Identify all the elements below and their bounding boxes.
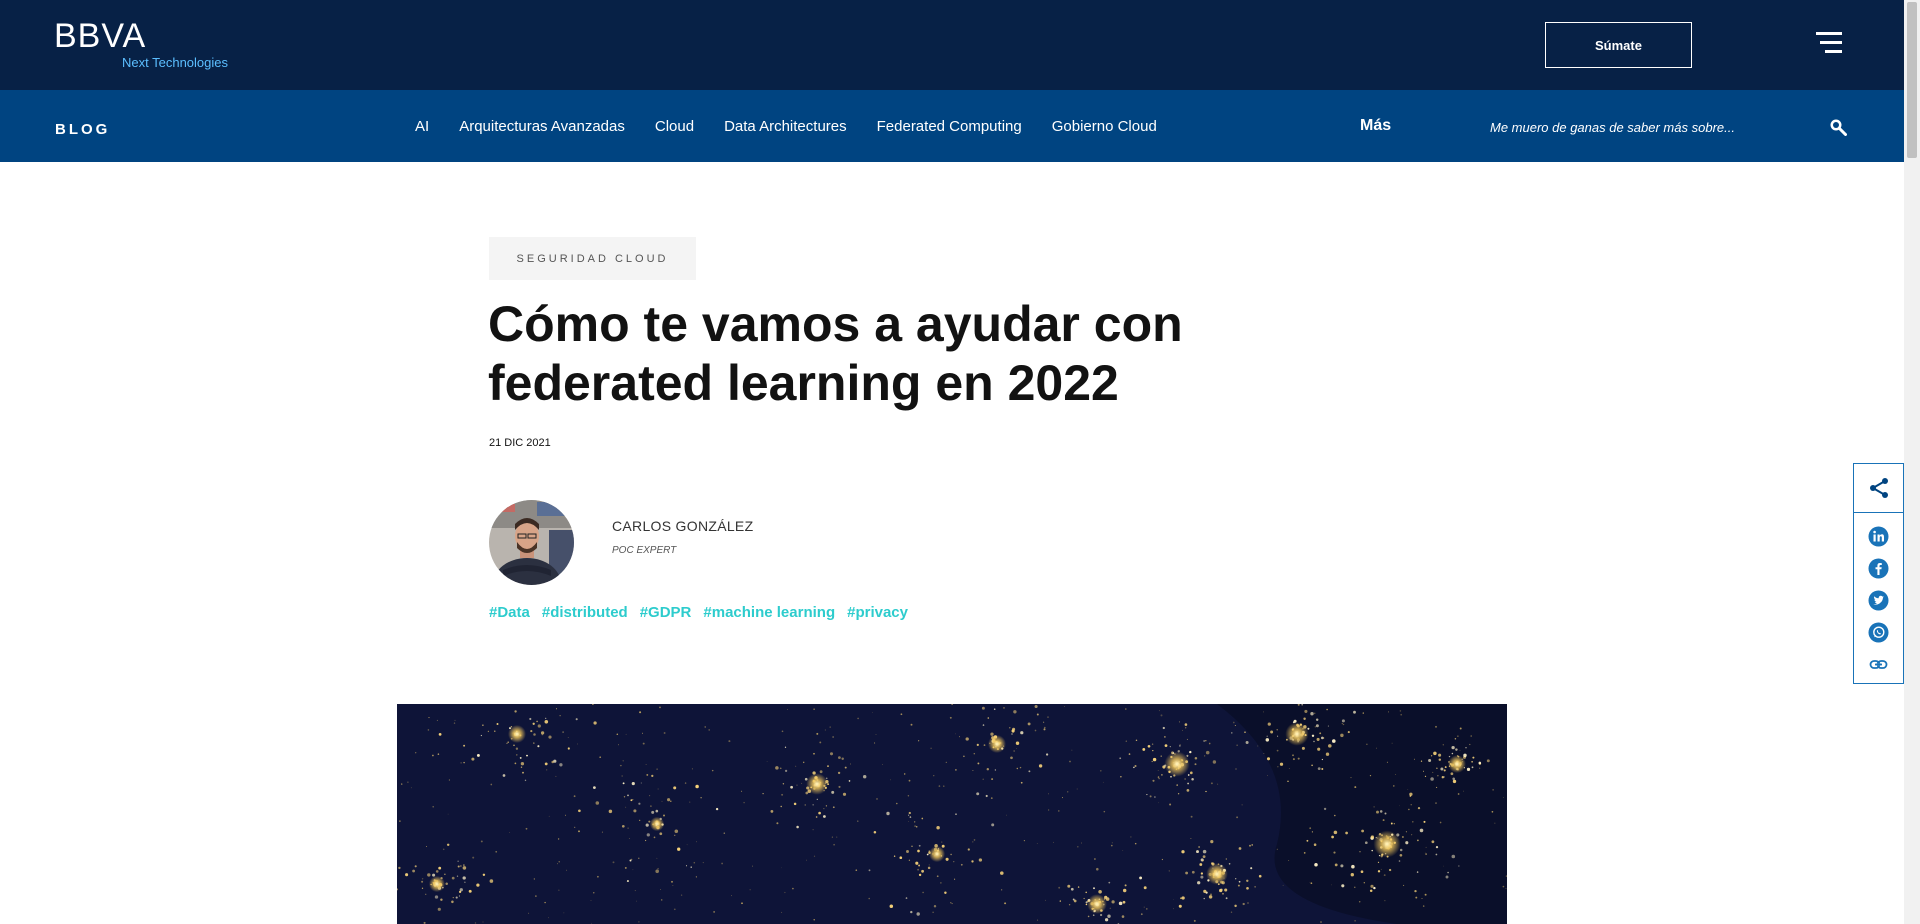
author-photo [489, 500, 574, 585]
category-nav-bar: BLOG AI Arquitecturas Avanzadas Cloud Da… [0, 90, 1904, 162]
share-icon [1869, 478, 1888, 498]
logo-subtitle: Next Technologies [122, 55, 228, 70]
nav-item-gobierno-cloud[interactable]: Gobierno Cloud [1052, 118, 1157, 135]
share-button[interactable] [1854, 464, 1903, 513]
category-badge[interactable]: SEGURIDAD CLOUD [489, 237, 696, 280]
more-menu[interactable]: Más [1360, 117, 1391, 135]
blog-label[interactable]: BLOG [55, 121, 110, 138]
nav-item-cloud[interactable]: Cloud [655, 118, 694, 135]
linkedin-icon[interactable] [1868, 526, 1889, 547]
article-title: Cómo te vamos a ayudar con federated lea… [488, 296, 1183, 411]
hamburger-menu-icon[interactable] [1816, 32, 1842, 54]
author-role: POC EXPERT [612, 545, 677, 556]
scrollbar-thumb[interactable] [1907, 2, 1917, 158]
tag-gdpr[interactable]: #GDPR [640, 604, 692, 621]
search-input[interactable] [1490, 114, 1810, 140]
hero-image [397, 704, 1507, 924]
tag-machine-learning[interactable]: #machine learning [703, 604, 835, 621]
twitter-icon[interactable] [1868, 590, 1889, 611]
search-icon[interactable] [1829, 118, 1847, 136]
whatsapp-icon[interactable] [1868, 622, 1889, 643]
nav-items: AI Arquitecturas Avanzadas Cloud Data Ar… [415, 118, 1157, 135]
nav-item-federated-computing[interactable]: Federated Computing [877, 118, 1022, 135]
bbva-logo[interactable]: BBVA Next Technologies [54, 18, 254, 74]
author-avatar[interactable] [489, 500, 574, 585]
article-date: 21 DIC 2021 [489, 437, 551, 449]
logo-wordmark: BBVA [54, 17, 147, 55]
tag-privacy[interactable]: #privacy [847, 604, 908, 621]
tag-distributed[interactable]: #distributed [542, 604, 628, 621]
tag-list: #Data #distributed #GDPR #machine learni… [489, 604, 908, 621]
join-button[interactable]: Súmate [1545, 22, 1692, 68]
top-header: BBVA Next Technologies Súmate [0, 0, 1904, 90]
page-scrollbar[interactable] [1904, 0, 1920, 924]
nav-item-ai[interactable]: AI [415, 118, 429, 135]
share-rail [1853, 463, 1904, 684]
link-icon[interactable] [1868, 654, 1889, 675]
author-name[interactable]: CARLOS GONZÁLEZ [612, 518, 753, 534]
nav-item-data-architectures[interactable]: Data Architectures [724, 118, 847, 135]
nav-item-arquitecturas-avanzadas[interactable]: Arquitecturas Avanzadas [459, 118, 625, 135]
tag-data[interactable]: #Data [489, 604, 530, 621]
night-lights-map [397, 704, 1507, 924]
facebook-icon[interactable] [1868, 558, 1889, 579]
